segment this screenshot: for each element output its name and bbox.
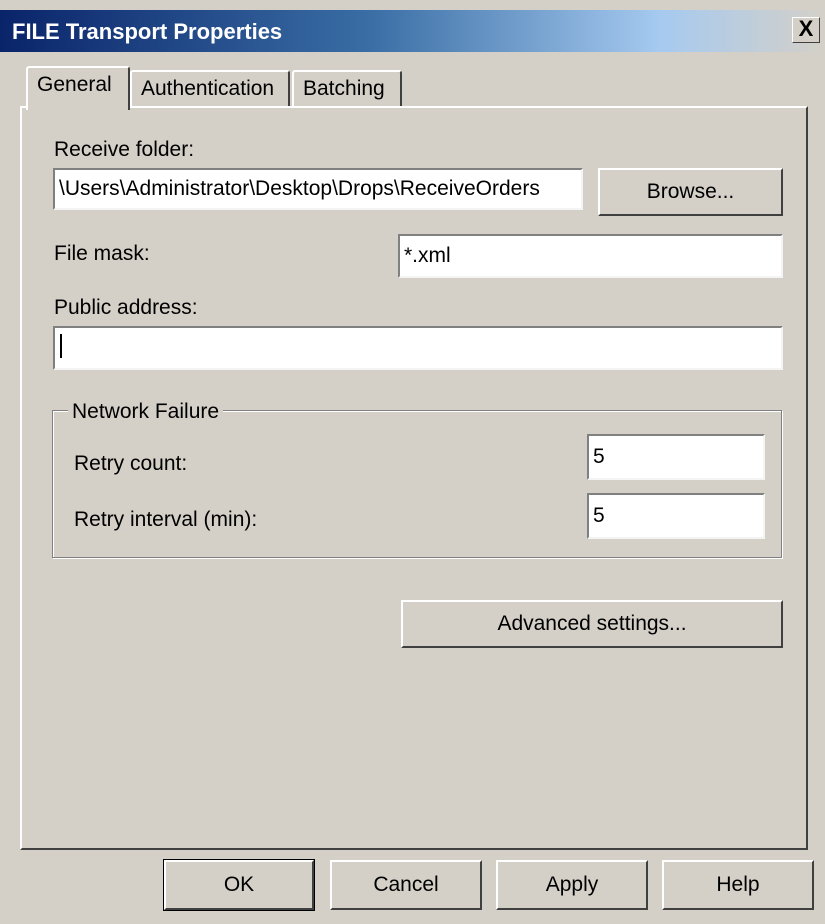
retry-interval-input[interactable] <box>587 493 765 539</box>
tab-authentication[interactable]: Authentication <box>130 70 290 108</box>
file-mask-label: File mask: <box>54 242 150 265</box>
browse-button[interactable]: Browse... <box>598 168 783 216</box>
ok-button[interactable]: OK <box>163 859 315 911</box>
close-button[interactable]: X <box>792 17 820 43</box>
advanced-settings-button[interactable]: Advanced settings... <box>401 600 783 648</box>
window-title: FILE Transport Properties <box>12 19 283 44</box>
network-failure-title: Network Failure <box>68 400 224 424</box>
cancel-button[interactable]: Cancel <box>330 860 482 910</box>
retry-count-input[interactable] <box>587 434 765 480</box>
apply-button[interactable]: Apply <box>496 860 648 910</box>
public-address-input[interactable] <box>53 326 783 370</box>
tab-general[interactable]: General <box>26 66 130 110</box>
tab-batching[interactable]: Batching <box>292 70 402 108</box>
title-bar[interactable]: FILE Transport Properties X <box>0 10 825 52</box>
retry-interval-label: Retry interval (min): <box>74 508 258 531</box>
receive-folder-input[interactable] <box>53 168 583 210</box>
file-mask-input[interactable] <box>398 234 783 278</box>
receive-folder-label: Receive folder: <box>54 138 195 161</box>
public-address-label: Public address: <box>54 296 198 319</box>
text-cursor <box>60 334 62 358</box>
help-button[interactable]: Help <box>662 860 814 910</box>
retry-count-label: Retry count: <box>74 452 188 475</box>
